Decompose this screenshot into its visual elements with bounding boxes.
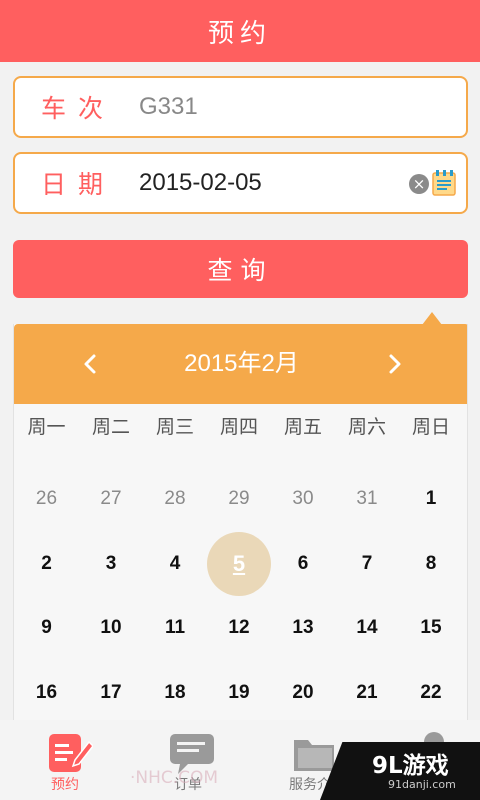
calendar-day[interactable]: 4 — [143, 532, 207, 597]
calendar-day[interactable]: 12 — [207, 596, 271, 661]
date-input[interactable]: 2015-02-05 — [139, 169, 262, 197]
weekday-label: 周五 — [283, 416, 322, 438]
calendar-day-prev-month[interactable]: 26 — [14, 467, 79, 532]
query-button[interactable]: 查询 — [13, 240, 468, 298]
calendar-day[interactable]: 21 — [335, 661, 399, 721]
watermark-overlay-text: ·NHC.COM — [130, 768, 219, 788]
calendar-day[interactable]: 17 — [79, 661, 143, 721]
watermark-logo: 9L游戏 — [372, 753, 449, 779]
calendar-day-prev-month[interactable]: 27 — [79, 467, 143, 532]
calendar-day[interactable]: 16 — [14, 661, 79, 721]
date-label: 日期 — [41, 170, 116, 199]
calendar-day[interactable]: 10 — [79, 596, 143, 661]
weekday-label: 周三 — [155, 416, 194, 438]
calendar-day[interactable]: 2 — [14, 532, 79, 597]
weekday-label: 周一 — [27, 416, 66, 438]
calendar-week-row: 9 10 11 12 13 14 15 — [14, 596, 467, 661]
calendar-day-prev-month[interactable]: 31 — [335, 467, 399, 532]
folder-icon — [294, 740, 334, 771]
calendar-icon[interactable] — [432, 169, 458, 197]
train-field[interactable]: 车次 G331 — [13, 76, 468, 138]
tab-orders[interactable]: 订单 — [138, 720, 238, 800]
app-header: 预约 — [0, 0, 480, 62]
calendar-day-prev-month[interactable]: 30 — [271, 467, 335, 532]
calendar-day[interactable]: 8 — [399, 532, 463, 597]
weekday-label: 周二 — [91, 416, 130, 438]
calendar-day[interactable]: 18 — [143, 661, 207, 721]
calendar-day-prev-month[interactable]: 29 — [207, 467, 271, 532]
calendar-day[interactable]: 22 — [399, 661, 463, 721]
next-month-icon[interactable] — [379, 348, 411, 380]
calendar-week-row: 26 27 28 29 30 31 1 — [14, 467, 467, 532]
calendar-day[interactable]: 19 — [207, 661, 271, 721]
train-input[interactable]: G331 — [139, 93, 198, 121]
selected-day-number: 5 — [207, 531, 271, 596]
weekday-label: 周六 — [347, 416, 386, 438]
date-picker-calendar: 2015年2月 周一 周二 周三 周四 周五 周六 周日 26 27 28 29… — [13, 324, 468, 720]
tab-reserve-label: 预约 — [51, 777, 79, 793]
watermark-domain: 91danji.com — [388, 778, 456, 791]
calendar-day-grid: 26 27 28 29 30 31 1 2 3 4 5 6 7 8 9 10 1… — [14, 467, 467, 721]
calendar-week-row: 2 3 4 5 6 7 8 — [14, 531, 467, 597]
calendar-day[interactable]: 15 — [399, 596, 463, 661]
weekday-label: 周日 — [411, 416, 450, 438]
clear-icon[interactable]: × — [409, 174, 429, 194]
date-field[interactable]: 日期 2015-02-05 × — [13, 152, 468, 214]
tab-reserve[interactable]: 预约 — [15, 720, 115, 800]
weekday-header-row: 周一 周二 周三 周四 周五 周六 周日 — [14, 406, 467, 448]
calendar-day[interactable]: 3 — [79, 532, 143, 597]
train-label: 车次 — [41, 94, 116, 123]
watermark-badge: 9L游戏 91danji.com — [320, 742, 480, 800]
calendar-day[interactable]: 7 — [335, 532, 399, 597]
query-button-label: 查询 — [207, 256, 274, 285]
page-title: 预约 — [207, 18, 272, 49]
previous-month-icon[interactable] — [74, 348, 106, 380]
calendar-week-row: 16 17 18 19 20 21 22 — [14, 661, 467, 721]
calendar-day[interactable]: 1 — [399, 467, 463, 532]
calendar-day-prev-month[interactable]: 28 — [143, 467, 207, 532]
calendar-day-selected[interactable]: 5 — [207, 531, 271, 597]
calendar-day[interactable]: 9 — [14, 596, 79, 661]
calendar-day[interactable]: 20 — [271, 661, 335, 721]
calendar-day[interactable]: 11 — [143, 596, 207, 661]
calendar-day[interactable]: 6 — [271, 532, 335, 597]
weekday-label: 周四 — [219, 416, 258, 438]
calendar-day[interactable]: 14 — [335, 596, 399, 661]
reserve-icon — [49, 734, 93, 772]
calendar-day[interactable]: 13 — [271, 596, 335, 661]
